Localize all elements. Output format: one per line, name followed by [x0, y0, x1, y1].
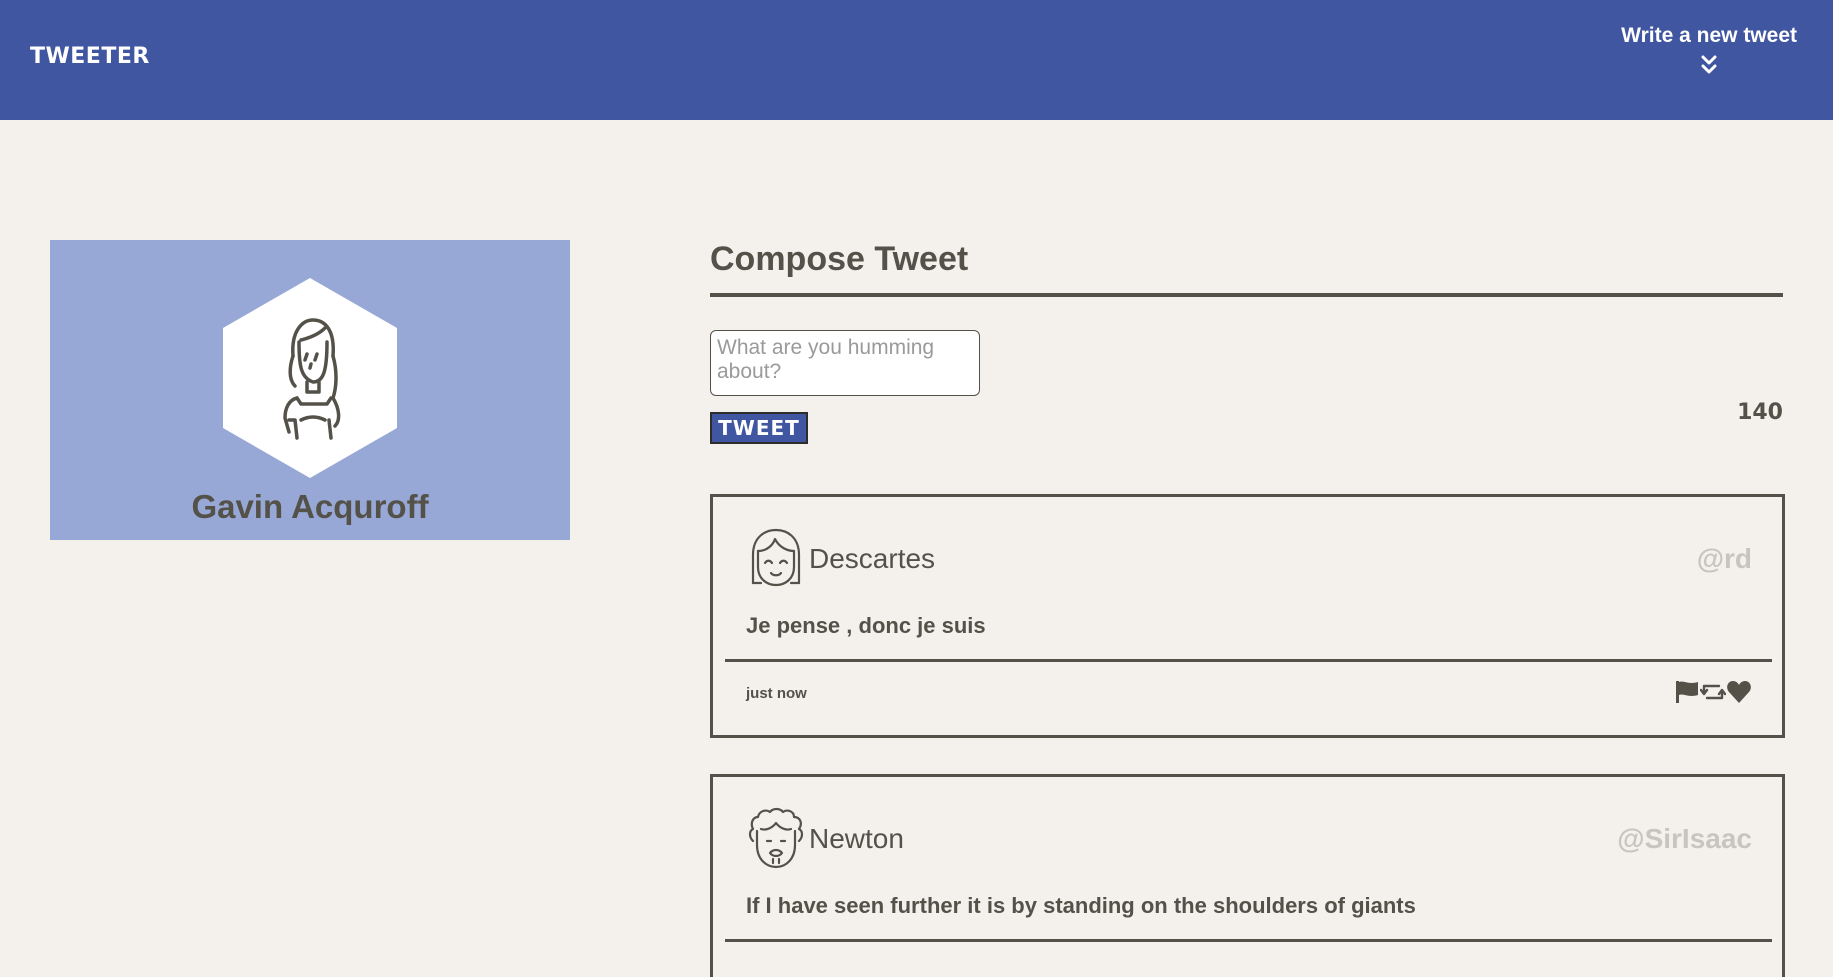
write-new-tweet-toggle[interactable]: Write a new tweet — [1621, 24, 1797, 76]
retweet-icon[interactable] — [1700, 679, 1726, 705]
heart-icon[interactable] — [1726, 679, 1752, 705]
tweet-handle[interactable]: @SirIsaac — [1617, 823, 1752, 855]
tweet-card: Descartes @rd Je pense , donc je suis ju… — [710, 494, 1785, 738]
character-counter: 140 — [1737, 400, 1783, 425]
tweet-divider — [725, 939, 1772, 942]
profile-name: Gavin Acquroff — [191, 488, 429, 525]
tweet-divider — [725, 659, 1772, 662]
brand-logo[interactable]: TWEETER — [30, 44, 150, 69]
compose-title: Compose Tweet — [710, 240, 1783, 297]
double-chevron-down-icon[interactable] — [1700, 54, 1718, 76]
tweet-card: Newton @SirIsaac If I have seen further … — [710, 774, 1785, 977]
navbar: TWEETER Write a new tweet — [0, 0, 1833, 120]
tweet-content: Je pense , donc je suis — [746, 613, 986, 638]
write-new-tweet-label[interactable]: Write a new tweet — [1621, 24, 1797, 48]
tweet-timestamp: just now — [746, 685, 807, 702]
girl-avatar-icon — [751, 528, 801, 587]
flag-icon[interactable] — [1674, 679, 1700, 705]
tweet-input[interactable] — [710, 330, 980, 396]
curly-hair-avatar-icon — [748, 807, 804, 869]
tweet-content: If I have seen further it is by standing… — [746, 893, 1416, 918]
tweet-actions — [1674, 679, 1752, 705]
tweet-author: Newton — [809, 823, 904, 854]
avatar-hexagon — [223, 278, 397, 478]
compose-section: Compose Tweet TWEET 140 — [710, 240, 1783, 444]
woman-avatar-icon — [283, 318, 341, 440]
profile-card: Gavin Acquroff — [50, 240, 570, 540]
tweet-author: Descartes — [809, 543, 936, 574]
tweet-handle[interactable]: @rd — [1697, 543, 1752, 575]
tweet-button[interactable]: TWEET — [710, 412, 808, 444]
